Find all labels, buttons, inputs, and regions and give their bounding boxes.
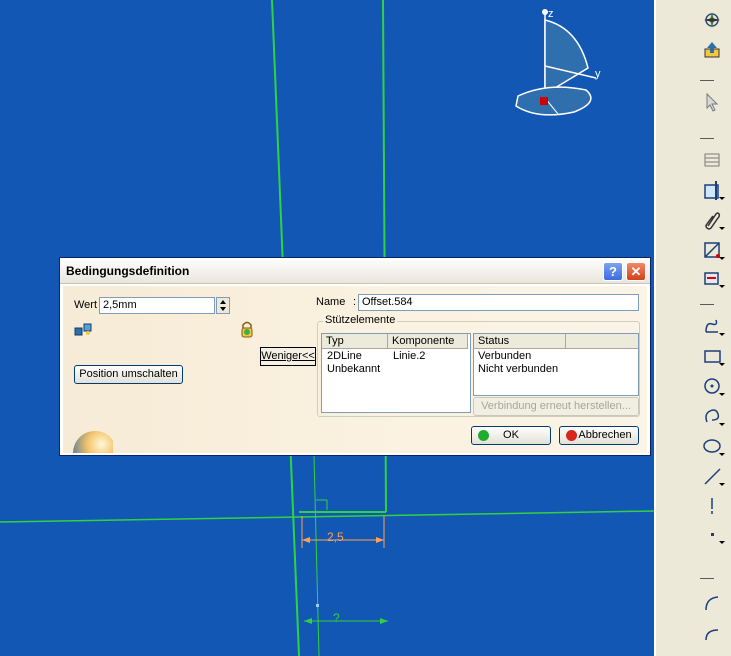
dimension-offset-label[interactable]: 2,5 [327,530,344,544]
axis-icon[interactable] [700,494,726,518]
ok-icon [478,430,489,441]
constraint-definition-dialog: Bedingungsdefinition ? ✕ Wert 2,5mm Weni… [59,257,651,456]
value-spinner[interactable] [216,297,230,314]
cancel-button-label: Abbrechen [578,429,632,441]
point-icon[interactable] [700,522,726,546]
rectangle-icon[interactable] [700,344,726,368]
chamfer-icon[interactable] [700,620,726,644]
dialog-titlebar[interactable]: Bedingungsdefinition ? ✕ [60,258,650,284]
export-icon[interactable] [700,38,726,62]
transform-icon[interactable] [700,238,726,262]
row-2-type[interactable]: Unbekannt [327,363,380,375]
ok-button[interactable]: OK [471,426,551,445]
status-list[interactable]: Status Verbunden Nicht verbunden [473,333,639,396]
column-header-status[interactable]: Status [474,334,566,349]
corner-icon[interactable] [700,590,726,614]
cut-part-icon[interactable] [700,178,726,202]
product-logo-icon [73,431,113,453]
row-1-status[interactable]: Verbunden [478,350,531,362]
reconnect-button[interactable]: Verbindung erneut herstellen... [473,397,639,416]
measure-icon[interactable] [73,321,95,339]
cancel-button[interactable]: Abbrechen [559,426,639,445]
compass-icon[interactable] [700,8,726,32]
dialog-body: Wert 2,5mm Weniger<< Position umschalten… [63,286,647,453]
less-button[interactable]: Weniger<< [260,347,316,366]
ok-button-label: OK [503,429,519,441]
row-1-type[interactable]: 2DLine [327,350,362,362]
constraint-icon[interactable] [700,266,726,290]
support-elements-title: Stützelemente [323,314,398,326]
circle-icon[interactable] [700,374,726,398]
line-icon[interactable] [700,464,726,488]
help-button[interactable]: ? [603,262,623,281]
column-header-component[interactable]: Komponente [388,334,468,349]
column-header-type[interactable]: Typ [322,334,388,349]
close-button[interactable]: ✕ [626,262,646,281]
axis-z-label: z [548,8,554,20]
row-2-status[interactable]: Nicht verbunden [478,363,558,375]
ellipse-icon[interactable] [700,434,726,458]
compass-widget[interactable] [508,6,608,122]
profile-icon[interactable] [700,148,726,172]
name-input[interactable]: Offset.584 [358,294,639,311]
paperclip-icon[interactable] [700,208,726,232]
value-input[interactable]: 2,5mm [99,297,215,314]
select-arrow-icon[interactable] [700,90,726,114]
name-label: Name [316,296,346,308]
row-1-component[interactable]: Linie.2 [393,350,425,362]
value-label: Wert [74,299,98,311]
dialog-title: Bedingungsdefinition [66,264,190,278]
axis-y-label: y [595,68,601,80]
cancel-icon [566,430,577,441]
switch-position-button[interactable]: Position umschalten [74,365,183,384]
sketch-line-thin [313,455,320,656]
lock-icon[interactable] [240,320,254,340]
spline-icon[interactable] [700,314,726,338]
support-elements-list[interactable]: Typ Komponente 2DLine Linie.2 Unbekannt [321,333,471,413]
arc-icon[interactable] [700,404,726,428]
right-toolbar [654,0,731,656]
dimension-lower-label[interactable]: ? [333,611,340,625]
